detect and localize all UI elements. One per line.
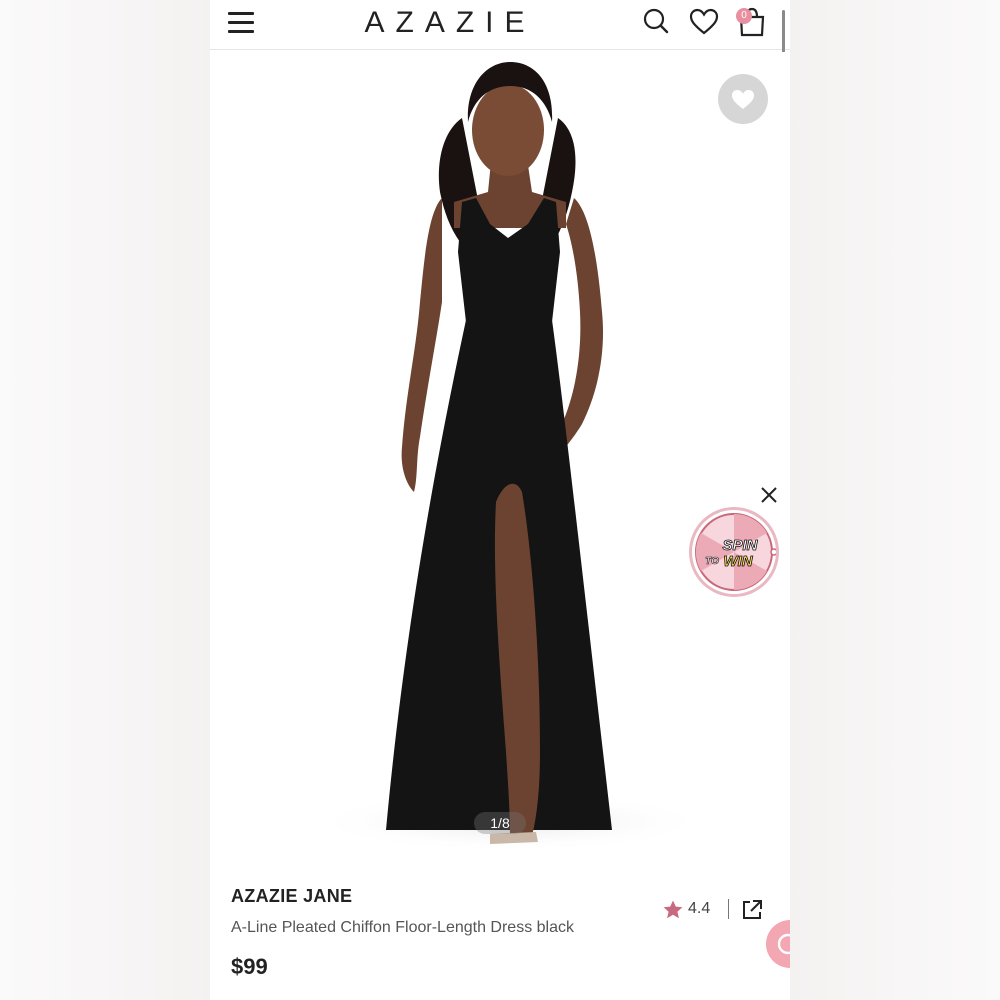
share-external-icon[interactable] <box>740 898 764 922</box>
product-name: A-Line Pleated Chiffon Floor-Length Dres… <box>231 919 574 936</box>
to-label: TO <box>705 556 719 567</box>
favorite-button[interactable] <box>718 74 768 124</box>
heart-icon <box>732 90 754 109</box>
menu-button[interactable] <box>226 10 256 36</box>
search-button[interactable] <box>640 6 672 38</box>
divider <box>728 899 729 919</box>
mobile-page: AZAZIE 0 1/8 SPIN TO WIN AZAZIE JANE A-L… <box>210 0 790 1000</box>
close-promo-button[interactable] <box>758 484 780 506</box>
close-icon <box>761 487 777 503</box>
background-right <box>790 0 1000 1000</box>
win-label: WIN <box>723 553 753 570</box>
chat-icon <box>777 933 790 955</box>
star-icon <box>663 900 683 919</box>
heart-icon <box>689 8 719 35</box>
site-header: AZAZIE 0 <box>210 0 790 50</box>
search-icon <box>643 8 669 34</box>
hamburger-icon <box>228 12 254 15</box>
wishlist-button[interactable] <box>688 6 720 38</box>
product-brand: AZAZIE JANE <box>231 886 353 906</box>
spin-to-win-badge[interactable]: SPIN TO WIN <box>692 510 778 594</box>
spin-label: SPIN <box>722 537 758 554</box>
product-price: $99 <box>231 954 268 979</box>
site-logo[interactable]: AZAZIE <box>350 6 550 40</box>
rating-value[interactable]: 4.4 <box>688 900 710 918</box>
cart-count-badge: 0 <box>736 8 752 24</box>
rating-share-bar: 4.4 <box>662 896 772 924</box>
image-counter: 1/8 <box>474 812 526 834</box>
product-image-gallery[interactable]: 1/8 SPIN TO WIN <box>210 52 790 862</box>
spin-wheel-icon: SPIN TO WIN <box>695 513 778 591</box>
chat-button[interactable] <box>766 920 790 968</box>
product-photo <box>310 62 710 852</box>
background-left <box>0 0 210 1000</box>
